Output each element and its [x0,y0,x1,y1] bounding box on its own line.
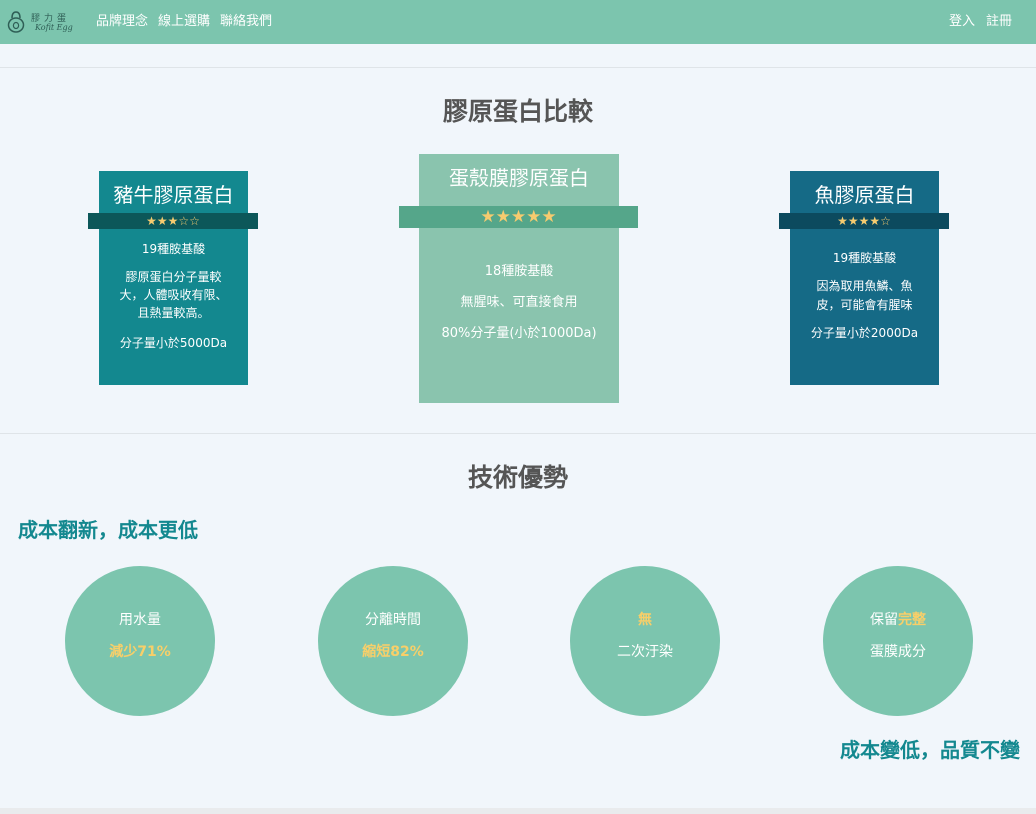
comparison-title: 膠原蛋白比較 [442,97,593,126]
logo-subtitle: Kofit Egg [35,23,73,32]
advantages-title: 技術優勢 [467,463,568,492]
section-divider [0,67,1036,68]
card-text: 分子量小於5000Da [119,336,228,350]
main-nav: 品牌理念 線上選購 聯絡我們 [96,13,272,30]
circle-label: 二次汙染 [617,644,673,660]
card-fish-collagen: 魚膠原蛋白 ★★★★☆ 19種胺基酸 因為取用魚鱗、魚 皮，可能會有腥味 分子量… [779,171,949,385]
nav-link-contact[interactable]: 聯絡我們 [220,13,272,30]
card-text: 大，人體吸收有限、 [119,288,228,302]
auth-nav: 登入 註冊 [949,13,1012,30]
register-link[interactable]: 註冊 [986,13,1012,30]
card-eggshell-membrane-collagen: 蛋殼膜膠原蛋白 ★★★★★ 18種胺基酸 無腥味、可直接食用 80%分子量(小於… [399,154,638,403]
circle-label: 蛋膜成分 [870,644,926,660]
star-rating: ★★★★☆ [779,213,949,229]
card-text: 無腥味、可直接食用 [460,295,578,310]
footer-slogan: 成本變低，品質不變 [840,738,1020,762]
advantage-separation-time: 分離時間 縮短82% [318,566,468,716]
card-text: 皮，可能會有腥味 [816,298,913,312]
advantages-subtitle: 成本翻新，成本更低 [18,518,198,542]
star-rating: ★★★★★ [399,206,638,228]
circle-label-row: 保留完整 [823,611,973,629]
login-link[interactable]: 登入 [949,13,975,30]
card-text: 膠原蛋白分子量較 [125,270,222,284]
card-title: 豬牛膠原蛋白 [113,183,234,207]
page-footer-edge [0,808,1036,814]
card-text: 19種胺基酸 [832,251,897,265]
advantage-no-pollution: 無 二次汙染 [570,566,720,716]
card-text: 18種胺基酸 [484,264,554,279]
star-rating: ★★★☆☆ [88,213,258,229]
card-text: 80%分子量(小於1000Da) [441,326,597,341]
card-title: 魚膠原蛋白 [814,183,915,207]
section-divider [0,433,1036,434]
nav-link-brand-philosophy[interactable]: 品牌理念 [96,13,148,30]
top-navbar: 膠力蛋 Kofit Egg 品牌理念 線上選購 聯絡我們 登入 註冊 [0,0,1036,44]
circle-label: 分離時間 [365,612,421,628]
circle-label: 用水量 [119,612,161,628]
card-text: 且熱量較高。 [137,306,210,320]
circle-value: 完整 [898,612,926,628]
circle-label: 保留 [870,612,898,628]
brand-logo[interactable]: 膠力蛋 Kofit Egg [7,9,73,35]
nav-link-online-shop[interactable]: 線上選購 [158,13,210,30]
advantage-complete-membrane: 保留完整 蛋膜成分 [823,566,973,716]
advantage-water-usage: 用水量 減少71% [65,566,215,716]
circle-value: 縮短82% [362,644,424,660]
circle-value: 減少71% [109,644,171,660]
card-text: 19種胺基酸 [141,242,206,256]
card-title: 蛋殼膜膠原蛋白 [449,166,589,190]
card-text: 分子量小於2000Da [810,326,919,340]
card-pork-beef-collagen: 豬牛膠原蛋白 ★★★☆☆ 19種胺基酸 膠原蛋白分子量較 大，人體吸收有限、 且… [88,171,258,385]
circle-value: 無 [638,612,652,628]
egg-bag-icon [7,11,25,33]
card-text: 因為取用魚鱗、魚 [816,279,913,293]
